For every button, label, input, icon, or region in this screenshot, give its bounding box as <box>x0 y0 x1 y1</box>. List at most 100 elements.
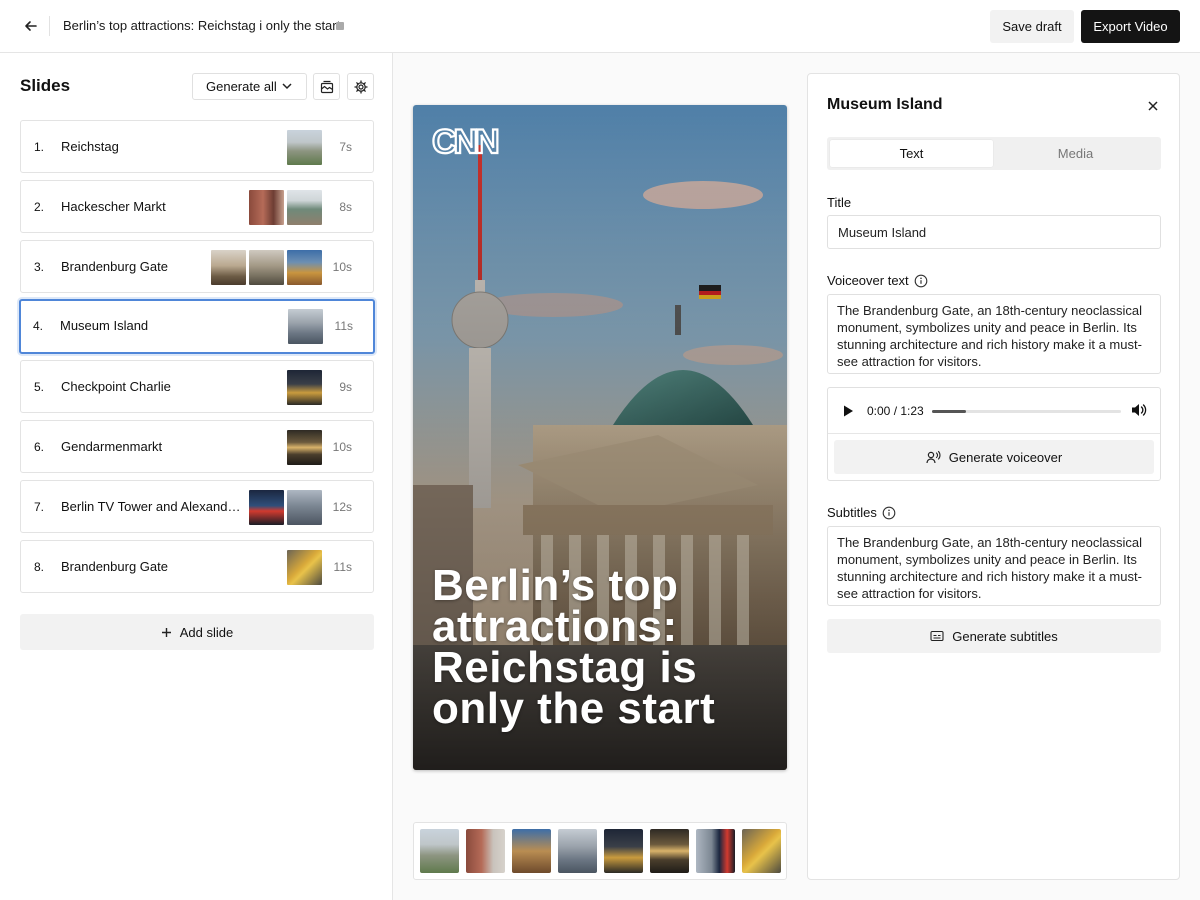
chevron-down-icon <box>282 83 292 90</box>
slide-thumbnails <box>287 308 324 345</box>
filmstrip-thumbnail[interactable] <box>420 829 459 873</box>
slide-item[interactable]: 5. Checkpoint Charlie 9s <box>20 360 374 413</box>
filmstrip-thumbnail[interactable] <box>466 829 505 873</box>
slide-duration: 8s <box>339 200 352 214</box>
slide-item-selected[interactable]: 4. Museum Island 11s <box>19 299 375 354</box>
export-video-button[interactable]: Export Video <box>1081 10 1180 43</box>
voiceover-textarea[interactable]: The Brandenburg Gate, an 18th-century ne… <box>827 294 1161 374</box>
slide-thumbnail[interactable] <box>248 249 285 286</box>
slide-preview[interactable]: CNN Berlin’s top attractions: Reichstag … <box>413 105 787 770</box>
slide-name: Checkpoint Charlie <box>61 379 171 394</box>
slide-thumbnail[interactable] <box>248 489 285 526</box>
tab-media[interactable]: Media <box>993 140 1158 167</box>
slide-item[interactable]: 8. Brandenburg Gate 11s <box>20 540 374 593</box>
subtitles-textarea[interactable]: The Brandenburg Gate, an 18th-century ne… <box>827 526 1161 606</box>
title-label-text: Title <box>827 195 852 210</box>
filmstrip-thumbnail[interactable] <box>650 829 689 873</box>
save-draft-button[interactable]: Save draft <box>990 10 1074 43</box>
top-bar: Berlin’s top attractions: Reichstag i on… <box>0 0 1200 53</box>
close-panel-button[interactable] <box>1143 96 1163 116</box>
filmstrip-thumbnail[interactable] <box>558 829 597 873</box>
slide-name: Museum Island <box>60 318 149 333</box>
info-icon[interactable] <box>882 506 896 520</box>
slide-number: 2. <box>34 200 45 214</box>
slide-number: 8. <box>34 560 45 574</box>
slide-thumbnails <box>210 249 323 286</box>
slide-duration: 11s <box>334 319 353 333</box>
voice-icon <box>926 450 941 464</box>
volume-icon[interactable] <box>1130 402 1148 418</box>
tab-switcher: Text Media <box>827 137 1161 170</box>
slide-thumbnail[interactable] <box>286 429 323 466</box>
filmstrip-thumbnail[interactable] <box>512 829 551 873</box>
slide-number: 5. <box>34 380 45 394</box>
slide-thumbnail[interactable] <box>287 308 324 345</box>
generate-subtitles-button[interactable]: Generate subtitles <box>827 619 1161 653</box>
slide-thumbnail[interactable] <box>286 249 323 286</box>
slide-thumbnail[interactable] <box>286 549 323 586</box>
media-library-button[interactable] <box>313 73 340 100</box>
slide-thumbnail[interactable] <box>248 189 285 226</box>
svg-text:CNN: CNN <box>432 123 498 159</box>
slide-duration: 11s <box>333 560 352 574</box>
info-icon[interactable] <box>914 274 928 288</box>
filmstrip-thumbnail[interactable] <box>696 829 735 873</box>
slide-thumbnail[interactable] <box>286 129 323 166</box>
subtitles-label-text: Subtitles <box>827 505 877 520</box>
add-slide-button[interactable]: Add slide <box>20 614 374 650</box>
filmstrip-thumbnail[interactable] <box>604 829 643 873</box>
audio-progress-track[interactable] <box>932 410 1121 413</box>
divider <box>49 16 50 36</box>
voiceover-field-label: Voiceover text <box>827 273 928 288</box>
document-title[interactable]: Berlin’s top attractions: Reichstag i on… <box>63 18 340 33</box>
audio-progress-fill <box>932 410 967 413</box>
slide-number: 7. <box>34 500 45 514</box>
generate-voiceover-label: Generate voiceover <box>948 449 1063 465</box>
slide-thumbnail[interactable] <box>286 369 323 406</box>
audio-time: 0:00 / 1:23 <box>867 404 924 418</box>
generate-all-dropdown[interactable]: Generate all <box>192 73 307 100</box>
filmstrip-thumbnail[interactable] <box>742 829 781 873</box>
slide-item[interactable]: 7. Berlin TV Tower and Alexanderplatz 12… <box>20 480 374 533</box>
generate-subtitles-label: Generate subtitles <box>952 628 1058 644</box>
slide-duration: 10s <box>332 260 352 274</box>
slide-thumbnail[interactable] <box>286 189 323 226</box>
back-button[interactable] <box>18 14 44 38</box>
slide-thumbnails <box>286 549 323 586</box>
audio-controls: 0:00 / 1:23 <box>828 388 1160 434</box>
preview-overlay-title: Berlin’s top attractions: Reichstag is o… <box>432 561 716 733</box>
slide-item[interactable]: 3. Brandenburg Gate 10s <box>20 240 374 293</box>
slide-thumbnails <box>286 129 323 166</box>
slides-sidebar: Slides Generate all 1. Reichstag 7s 2. H… <box>0 53 393 900</box>
slide-duration: 7s <box>339 140 352 154</box>
slide-item[interactable]: 2. Hackescher Markt 8s <box>20 180 374 233</box>
generate-all-label: Generate all <box>206 79 277 94</box>
slides-heading: Slides <box>20 76 71 95</box>
slide-thumbnail[interactable] <box>286 489 323 526</box>
slide-number: 3. <box>34 260 45 274</box>
play-icon[interactable] <box>842 404 854 418</box>
slide-duration: 12s <box>332 500 352 514</box>
slide-duration: 10s <box>332 440 352 454</box>
arrow-left-icon <box>25 21 37 31</box>
plus-icon <box>161 627 171 637</box>
gear-icon <box>353 79 368 94</box>
slide-duration: 9s <box>339 380 352 394</box>
slide-item[interactable]: 6. Gendarmenmarkt 10s <box>20 420 374 473</box>
slide-thumbnail[interactable] <box>210 249 247 286</box>
slide-name: Reichstag <box>61 139 119 154</box>
settings-button[interactable] <box>347 73 374 100</box>
slide-number: 1. <box>34 140 45 154</box>
unsaved-indicator <box>336 22 344 30</box>
slide-thumbnails <box>286 369 323 406</box>
slide-item[interactable]: 1. Reichstag 7s <box>20 120 374 173</box>
voiceover-audio-player: 0:00 / 1:23 Generate voiceover <box>827 387 1161 481</box>
voiceover-label-text: Voiceover text <box>827 273 909 288</box>
generate-voiceover-button[interactable]: Generate voiceover <box>834 440 1154 474</box>
tab-text[interactable]: Text <box>830 140 993 167</box>
slide-name: Gendarmenmarkt <box>61 439 163 454</box>
close-icon <box>1148 101 1158 111</box>
slide-number: 4. <box>33 319 44 333</box>
subtitles-icon <box>930 630 944 642</box>
title-input[interactable]: Museum Island <box>827 215 1161 249</box>
